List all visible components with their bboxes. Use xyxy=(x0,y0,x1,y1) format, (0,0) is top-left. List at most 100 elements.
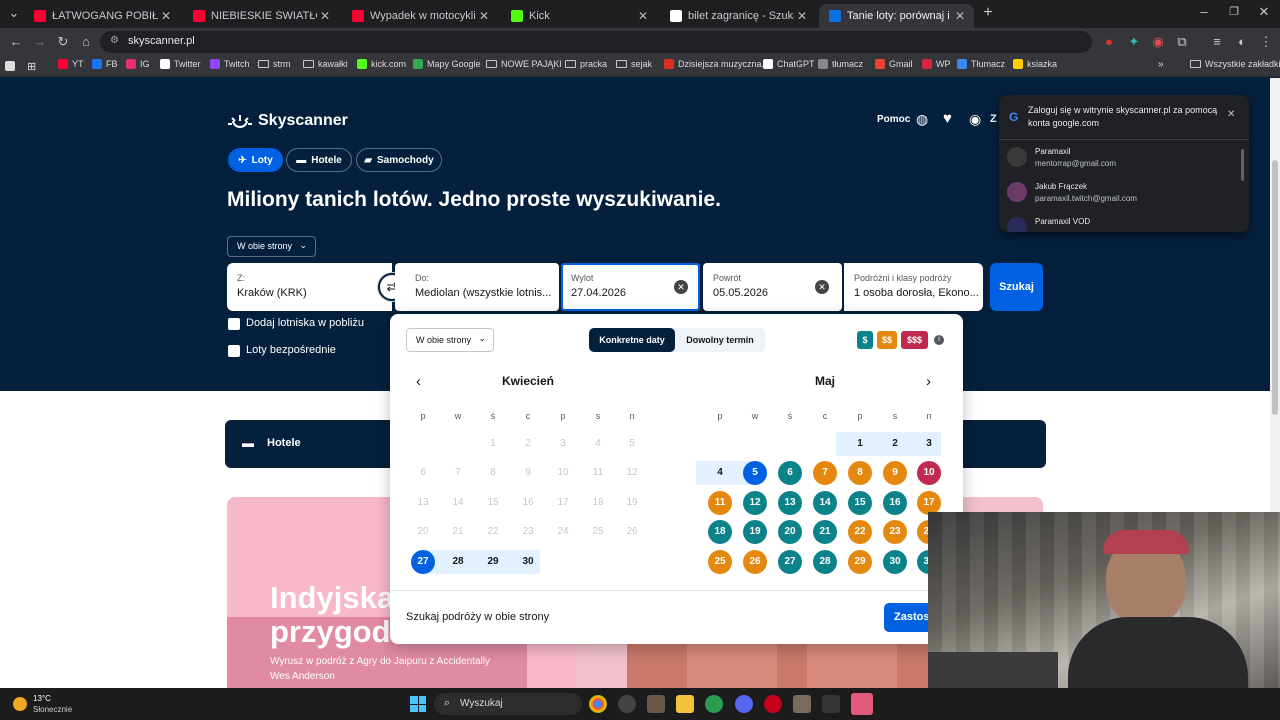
tab-list-icon[interactable]: ⌄ xyxy=(6,5,22,21)
day-cell-april[interactable]: 27 xyxy=(411,550,435,574)
app2-taskbar-icon[interactable] xyxy=(822,695,840,713)
day-cell-may[interactable]: 4 xyxy=(708,461,732,485)
browser-tab[interactable]: bilet zagranicę - Szukaj w Goog✕ xyxy=(660,4,816,28)
nav-hotels[interactable]: ▬ Hotele xyxy=(286,148,352,172)
nearby-airports-checkbox[interactable] xyxy=(228,318,240,330)
reload-icon[interactable]: ↻ xyxy=(55,34,71,50)
bookmark-item[interactable]: tłumacz xyxy=(818,59,863,69)
bookmark-item[interactable]: ksiazka xyxy=(1013,59,1057,69)
day-cell-may[interactable]: 22 xyxy=(848,520,872,544)
day-cell-may[interactable]: 1 xyxy=(848,432,872,456)
day-cell-may[interactable]: 3 xyxy=(917,432,941,456)
close-tab-icon[interactable]: ✕ xyxy=(317,9,333,23)
day-cell-may[interactable]: 8 xyxy=(848,461,872,485)
language-icon[interactable]: ◍ xyxy=(916,111,928,128)
extension-icon[interactable]: ✦ xyxy=(1126,34,1142,50)
depart-field[interactable]: Wylot 27.04.2026 ✕ xyxy=(561,263,700,311)
browser-tab[interactable]: Tanie loty: porównaj i zarezerw✕ xyxy=(819,4,974,28)
home-icon[interactable]: ⌂ xyxy=(78,34,94,50)
bookmark-item[interactable]: ChatGPT xyxy=(763,59,815,69)
photos-taskbar-icon[interactable] xyxy=(647,695,665,713)
opera-taskbar-icon[interactable] xyxy=(764,695,782,713)
search-button[interactable]: Szukaj xyxy=(990,263,1043,311)
google-account-item[interactable]: Paramaxil mentorrap@gmail.com xyxy=(1007,145,1237,177)
account-name[interactable]: Z xyxy=(990,113,997,125)
taskbar-search[interactable]: ⌕ Wyszukaj xyxy=(434,693,582,715)
close-tab-icon[interactable]: ✕ xyxy=(635,9,651,23)
google-account-item[interactable]: Paramaxil VOD xyxy=(1007,215,1237,232)
bookmark-item[interactable]: WP xyxy=(922,59,951,69)
day-cell-may[interactable]: 14 xyxy=(813,491,837,515)
day-cell-may[interactable]: 2 xyxy=(883,432,907,456)
day-cell-may[interactable]: 9 xyxy=(883,461,907,485)
bookmark-item[interactable]: Tłumacz xyxy=(957,59,1005,69)
browser-tab[interactable]: ŁATWOGANG POBIŁ REKORD Ś✕ xyxy=(24,4,180,28)
bookmark-item[interactable]: pracka xyxy=(565,59,607,69)
day-cell-may[interactable]: 15 xyxy=(848,491,872,515)
browser-tab[interactable]: Wypadek w motocyklisty i rowe✕ xyxy=(342,4,498,28)
capcut-taskbar-icon[interactable] xyxy=(851,693,873,715)
media-icon[interactable]: ≡ xyxy=(1209,34,1225,50)
day-cell-may[interactable]: 10 xyxy=(917,461,941,485)
bookmark-item[interactable]: strm xyxy=(258,59,291,69)
media-taskbar-icon[interactable] xyxy=(793,695,811,713)
google-account-item[interactable]: Jakub Frączek paramaxil.twitch@gmail.com xyxy=(1007,180,1237,212)
day-cell-may[interactable]: 20 xyxy=(778,520,802,544)
windows-start-icon[interactable] xyxy=(410,696,426,712)
bookmark-item[interactable]: Twitch xyxy=(210,59,250,69)
next-month-icon[interactable]: › xyxy=(926,373,931,390)
bookmark-item[interactable]: NOWE PAJĄKI xyxy=(486,59,562,69)
weather-sun-icon[interactable] xyxy=(13,697,27,711)
bookmark-item[interactable]: Mapy Google xyxy=(413,59,481,69)
close-tab-icon[interactable]: ✕ xyxy=(476,9,492,23)
bookmark-item[interactable]: kick.com xyxy=(357,59,406,69)
profile-icon[interactable]: ◐ xyxy=(1234,34,1250,50)
destination-field[interactable]: Do: Mediolan (wszystkie lotnis... xyxy=(395,263,559,311)
travellers-field[interactable]: Podróżni i klasy podróży 1 osoba dorosła… xyxy=(844,263,983,311)
bookmark-item[interactable]: sejak xyxy=(616,59,652,69)
new-tab-icon[interactable]: + xyxy=(980,5,996,21)
apps-icon[interactable] xyxy=(5,61,15,71)
bookmark-item[interactable]: kawałki xyxy=(303,59,348,69)
bookmark-item[interactable]: Gmail xyxy=(875,59,913,69)
prev-month-icon[interactable]: ‹ xyxy=(416,373,421,390)
trip-type-select[interactable]: W obie strony ⌄ xyxy=(227,236,316,257)
day-cell-may[interactable]: 26 xyxy=(743,550,767,574)
day-cell-may[interactable]: 28 xyxy=(813,550,837,574)
day-cell-may[interactable]: 5 xyxy=(743,461,767,485)
direct-flights-checkbox[interactable] xyxy=(228,345,240,357)
day-cell-april[interactable]: 28 xyxy=(446,550,470,574)
day-cell-april[interactable]: 30 xyxy=(516,550,540,574)
day-cell-may[interactable]: 25 xyxy=(708,550,732,574)
day-cell-may[interactable]: 11 xyxy=(708,491,732,515)
more-bookmarks-icon[interactable]: » xyxy=(1158,59,1164,70)
day-cell-may[interactable]: 21 xyxy=(813,520,837,544)
return-field[interactable]: Powrót 05.05.2026 ✕ xyxy=(703,263,842,311)
day-cell-may[interactable]: 19 xyxy=(743,520,767,544)
day-cell-may[interactable]: 6 xyxy=(778,461,802,485)
day-cell-may[interactable]: 13 xyxy=(778,491,802,515)
close-tab-icon[interactable]: ✕ xyxy=(952,9,968,23)
bookmark-item[interactable]: IG xyxy=(126,59,150,69)
browser-tab[interactable]: Kick ✕ xyxy=(501,4,657,28)
address-bar[interactable]: ⚙ skyscanner.pl xyxy=(100,31,1092,53)
extensions-puzzle-icon[interactable]: ⧉ xyxy=(1174,34,1190,50)
discord-taskbar-icon[interactable] xyxy=(735,695,753,713)
bookmark-item[interactable]: Dzisiejsza muzyczna... xyxy=(664,59,769,69)
clear-depart-icon[interactable]: ✕ xyxy=(674,280,688,294)
all-bookmarks[interactable]: Wszystkie zakładki xyxy=(1190,59,1280,69)
bookmark-item[interactable]: FB xyxy=(92,59,118,69)
skyscanner-logo[interactable]: Skyscanner xyxy=(228,112,348,130)
file-explorer-icon[interactable] xyxy=(676,695,694,713)
tab-exact-dates[interactable]: Konkretne daty xyxy=(589,328,675,352)
close-tab-icon[interactable]: ✕ xyxy=(794,9,810,23)
maximize-icon[interactable]: ❐ xyxy=(1226,4,1242,20)
origin-field[interactable]: Z: Kraków (KRK) xyxy=(227,263,392,311)
nav-flights[interactable]: ✈ Loty xyxy=(228,148,283,172)
app-taskbar-icon[interactable] xyxy=(705,695,723,713)
extension-badge-icon[interactable]: ◉ xyxy=(1150,34,1166,50)
back-icon[interactable]: ← xyxy=(8,34,24,50)
info-icon[interactable]: i xyxy=(934,335,944,345)
popup-scrollbar[interactable] xyxy=(1241,149,1244,181)
clear-return-icon[interactable]: ✕ xyxy=(815,280,829,294)
